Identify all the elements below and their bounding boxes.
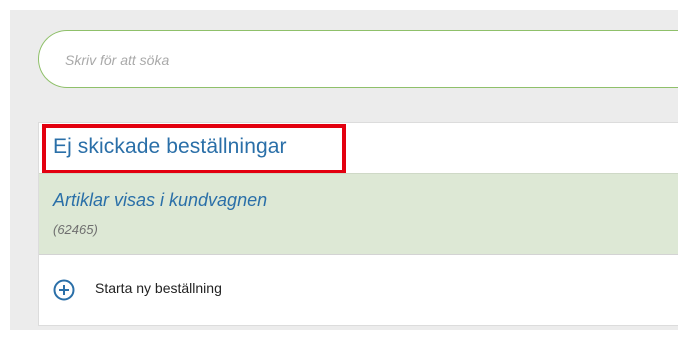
plus-circle-icon[interactable] [53,279,75,301]
order-list-item[interactable]: Artiklar visas i kundvagnen (62465) [39,173,678,255]
search-input[interactable] [63,31,667,88]
start-new-order-button[interactable]: Starta ny beställning [39,255,678,325]
orders-card: Ej skickade beställningar Artiklar visas… [38,122,678,326]
start-new-order-label[interactable]: Starta ny beställning [95,280,222,296]
orders-card-header: Ej skickade beställningar [39,123,678,174]
highlight-annotation [42,124,346,174]
order-id: (62465) [53,222,98,237]
order-name[interactable]: Artiklar visas i kundvagnen [53,190,267,211]
search-field[interactable] [38,30,678,88]
main-panel: Ej skickade beställningar Artiklar visas… [10,10,678,330]
